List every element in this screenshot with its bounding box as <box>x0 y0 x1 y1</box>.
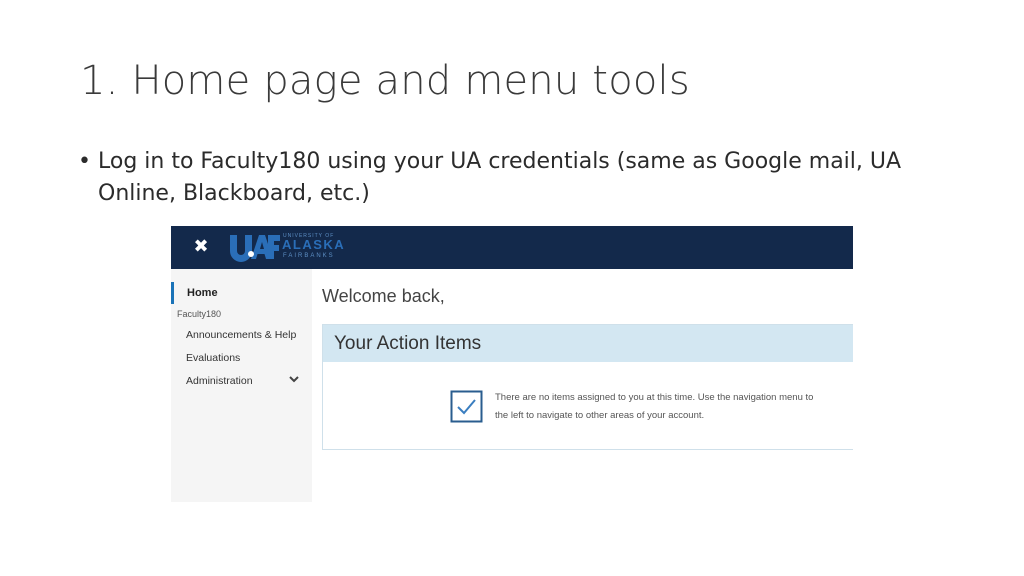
checkbox-check-icon <box>450 390 483 423</box>
chevron-down-icon[interactable] <box>288 373 300 385</box>
sidebar-item-home[interactable]: Home <box>171 282 312 304</box>
bullet-text: Log in to Faculty180 using your UA crede… <box>98 149 902 206</box>
uaf-logo[interactable]: UNIVERSITY OF ALASKA FAIRBANKS <box>227 232 352 262</box>
bullet-point: • Log in to Faculty180 using your UA cre… <box>78 146 958 210</box>
sidebar: Home Faculty180 Announcements & Help Eva… <box>171 269 312 502</box>
sidebar-item-administration[interactable]: Administration <box>186 375 253 387</box>
close-icon[interactable]: ✖ <box>189 235 213 259</box>
sidebar-item-evaluations[interactable]: Evaluations <box>186 352 240 364</box>
no-items-message: There are no items assigned to you at th… <box>495 392 814 421</box>
slide-title: 1. Home page and menu tools <box>80 58 690 104</box>
welcome-message: Welcome back, <box>322 286 445 306</box>
faculty180-screenshot: ✖ UNIVERSITY OF ALASKA FAIRBANKS Home Fa… <box>171 226 853 502</box>
logo-text-fairbanks: FAIRBANKS <box>283 253 335 259</box>
action-items-card: Your Action Items There are no items ass… <box>322 324 853 450</box>
sidebar-item-announcements-help[interactable]: Announcements & Help <box>186 329 296 341</box>
logo-text-alaska: ALASKA <box>282 237 346 252</box>
uaf-logo-mark-icon <box>227 232 281 262</box>
bullet-marker: • <box>78 149 91 174</box>
action-items-title: Your Action Items <box>323 325 853 362</box>
top-navigation-bar: ✖ UNIVERSITY OF ALASKA FAIRBANKS <box>171 226 853 269</box>
sidebar-section-label: Faculty180 <box>177 309 222 319</box>
